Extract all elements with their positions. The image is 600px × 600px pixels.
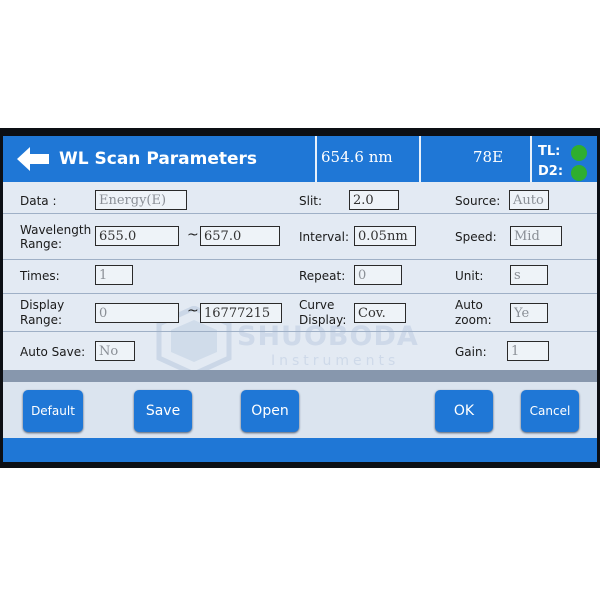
title-divider (419, 136, 421, 182)
times-field[interactable]: 1 (95, 265, 133, 285)
separator-bar (3, 370, 597, 382)
watermark-sub: Instruments (271, 353, 400, 369)
display-from-field[interactable]: 0 (95, 303, 179, 323)
open-button[interactable]: Open (241, 390, 299, 432)
save-button[interactable]: Save (134, 390, 192, 432)
repeat-label: Repeat: (299, 269, 346, 283)
unit-label: Unit: (455, 269, 484, 283)
unit-field[interactable]: s (510, 265, 548, 285)
curve-display-label-2: Display: (299, 313, 347, 327)
cancel-button[interactable]: Cancel (521, 390, 579, 432)
wavelength-from-field[interactable]: 655.0 (95, 226, 179, 246)
wavelength-to-field[interactable]: 657.0 (200, 226, 280, 246)
wavelength-tilde: ~ (187, 227, 199, 243)
auto-zoom-field[interactable]: Ye (510, 303, 548, 323)
display-range-label-2: Range: (20, 313, 63, 327)
gain-label: Gain: (455, 345, 487, 359)
ok-button[interactable]: OK (435, 390, 493, 432)
row-divider (3, 293, 597, 294)
display-tilde: ~ (187, 303, 199, 319)
auto-zoom-label-1: Auto (455, 298, 483, 312)
auto-save-field[interactable]: No (95, 341, 135, 361)
title-divider (315, 136, 317, 182)
energy-readout: 78E (473, 148, 504, 166)
wavelength-range-label-1: Wavelength (20, 223, 92, 237)
row-divider (3, 331, 597, 332)
screen: WL Scan Parameters 654.6 nm 78E TL: D2: … (3, 136, 597, 462)
title-divider (530, 136, 532, 182)
title-bar: WL Scan Parameters 654.6 nm 78E TL: D2: (3, 136, 597, 182)
curve-display-field[interactable]: Cov. (354, 303, 406, 323)
speed-field[interactable]: Mid (510, 226, 562, 246)
page-title: WL Scan Parameters (59, 149, 258, 169)
wavelength-readout: 654.6 nm (321, 148, 393, 166)
display-to-field[interactable]: 16777215 (200, 303, 282, 323)
slit-field[interactable]: 2.0 (349, 190, 399, 210)
source-field[interactable]: Auto (509, 190, 549, 210)
times-label: Times: (20, 269, 60, 283)
speed-label: Speed: (455, 230, 497, 244)
source-label: Source: (455, 194, 501, 208)
interval-label: Interval: (299, 230, 349, 244)
auto-zoom-label-2: zoom: (455, 313, 492, 327)
interval-field[interactable]: 0.05nm (354, 226, 416, 246)
button-bar: Default Save Open OK Cancel (3, 382, 597, 438)
gain-field[interactable]: 1 (507, 341, 549, 361)
lamp-tl-indicator-icon (571, 145, 587, 161)
footer-bar (3, 438, 597, 462)
curve-display-label-1: Curve (299, 298, 335, 312)
lamp-tl-label: TL: (538, 144, 561, 159)
data-label: Data : (20, 194, 57, 208)
repeat-field[interactable]: 0 (354, 265, 402, 285)
display-range-label-1: Display (20, 298, 65, 312)
auto-save-label: Auto Save: (20, 345, 86, 359)
default-button[interactable]: Default (23, 390, 83, 432)
lamp-d2-label: D2: (538, 164, 564, 179)
back-arrow-icon[interactable] (17, 146, 51, 172)
data-field[interactable]: Energy(E) (95, 190, 187, 210)
slit-label: Slit: (299, 194, 323, 208)
row-divider (3, 213, 597, 214)
wavelength-range-label-2: Range: (20, 237, 63, 251)
row-divider (3, 259, 597, 260)
parameter-form: SHUOBODA Instruments Data : Energy(E) Sl… (3, 182, 597, 376)
lamp-d2-indicator-icon (571, 165, 587, 181)
